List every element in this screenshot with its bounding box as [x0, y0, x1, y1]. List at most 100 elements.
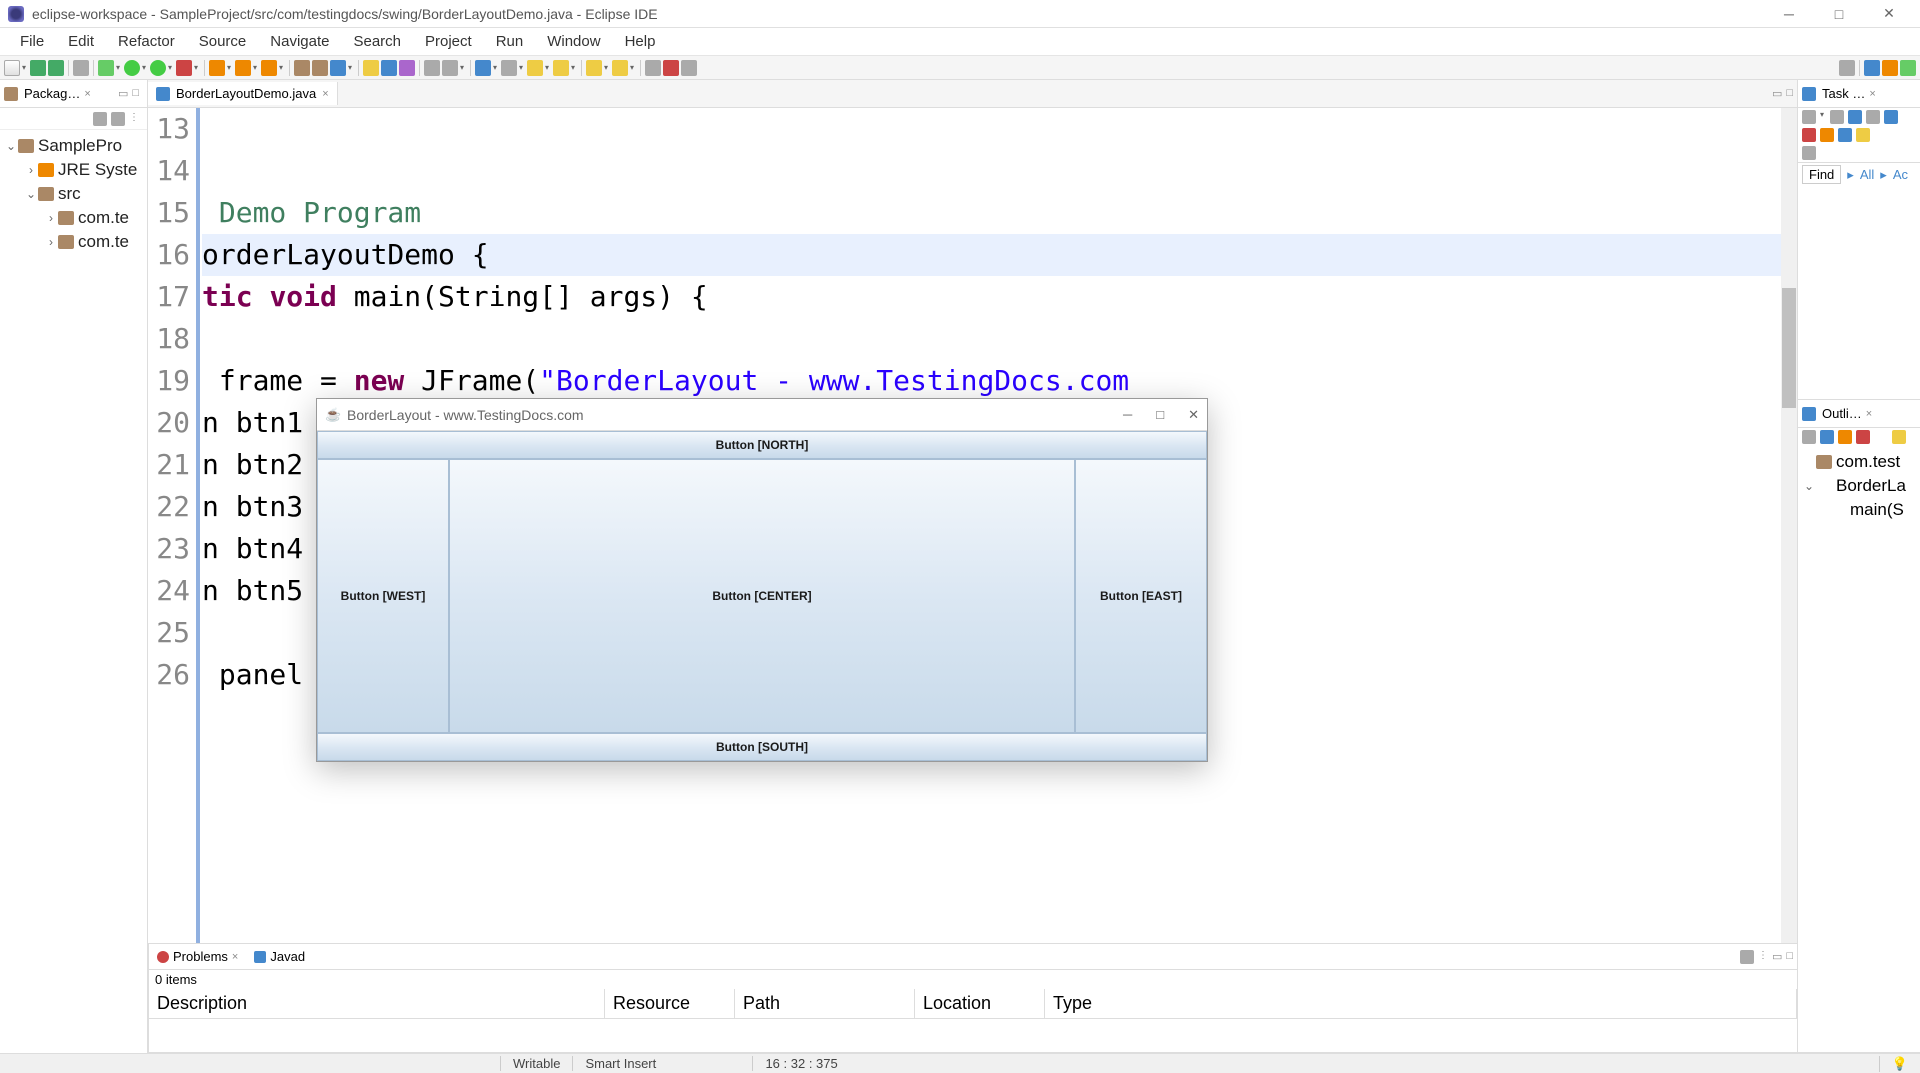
- view-menu-icon[interactable]: ⋮: [1758, 950, 1768, 964]
- menu-run[interactable]: Run: [484, 29, 536, 54]
- tool-icon[interactable]: [1866, 110, 1880, 124]
- dropdown-icon[interactable]: ▾: [571, 63, 577, 72]
- toggle2-icon[interactable]: [442, 60, 458, 76]
- tool-icon[interactable]: [1856, 128, 1870, 142]
- tool-icon[interactable]: [1874, 430, 1888, 444]
- tool-icon[interactable]: [1802, 430, 1816, 444]
- button-north[interactable]: Button [NORTH]: [317, 431, 1207, 459]
- cloud-icon[interactable]: [681, 60, 697, 76]
- maximize-button[interactable]: □: [1824, 4, 1854, 24]
- button-east[interactable]: Button [EAST]: [1075, 459, 1207, 733]
- outline-tab[interactable]: Outli… ×: [1816, 402, 1878, 425]
- vertical-scrollbar[interactable]: [1781, 108, 1797, 1037]
- scrollbar-thumb[interactable]: [1782, 288, 1796, 408]
- prev-icon[interactable]: [553, 60, 569, 76]
- col-path[interactable]: Path: [735, 989, 915, 1018]
- minimize-button[interactable]: ─: [1123, 407, 1132, 423]
- col-type[interactable]: Type: [1045, 989, 1797, 1018]
- javadoc-tab[interactable]: Javad: [246, 945, 313, 968]
- col-description[interactable]: Description: [149, 989, 605, 1018]
- tree-item-jre[interactable]: › JRE Syste: [4, 158, 143, 182]
- tool-icon[interactable]: [1820, 128, 1834, 142]
- dropdown-icon[interactable]: ▾: [194, 63, 200, 72]
- ac-link[interactable]: Ac: [1893, 167, 1908, 182]
- dropdown-icon[interactable]: ▾: [630, 63, 636, 72]
- debug-icon[interactable]: [98, 60, 114, 76]
- col-location[interactable]: Location: [915, 989, 1045, 1018]
- new-package-icon[interactable]: [235, 60, 251, 76]
- tool-icon[interactable]: [1892, 430, 1906, 444]
- back-icon[interactable]: [586, 60, 602, 76]
- expand-arrow-icon[interactable]: ›: [44, 235, 58, 249]
- dropdown-icon[interactable]: ▾: [545, 63, 551, 72]
- tool-icon[interactable]: [1802, 146, 1816, 160]
- editor-tab[interactable]: BorderLayoutDemo.java ×: [148, 82, 338, 105]
- expand-arrow-icon[interactable]: ⌄: [24, 187, 38, 201]
- maximize-view-icon[interactable]: □: [132, 87, 139, 100]
- nav2-icon[interactable]: [501, 60, 517, 76]
- minimize-view-icon[interactable]: ▭: [1772, 950, 1782, 964]
- red-icon[interactable]: [663, 60, 679, 76]
- tree-item-package[interactable]: › com.te: [4, 206, 143, 230]
- col-resource[interactable]: Resource: [605, 989, 735, 1018]
- close-icon[interactable]: ×: [232, 951, 238, 963]
- tree-item-src[interactable]: ⌄ src: [4, 182, 143, 206]
- search2-icon[interactable]: [1839, 60, 1855, 76]
- outline-item[interactable]: main(S: [1802, 498, 1916, 522]
- dropdown-icon[interactable]: ▾: [279, 63, 285, 72]
- mark-icon[interactable]: [381, 60, 397, 76]
- tool-icon[interactable]: [1848, 110, 1862, 124]
- new-java-icon[interactable]: [209, 60, 225, 76]
- forward-icon[interactable]: [612, 60, 628, 76]
- tool-icon[interactable]: [399, 60, 415, 76]
- dropdown-icon[interactable]: ▾: [519, 63, 525, 72]
- perspective-icon[interactable]: [1864, 60, 1880, 76]
- collapse-icon[interactable]: [93, 112, 107, 126]
- open-task-icon[interactable]: [312, 60, 328, 76]
- filter-icon[interactable]: [1740, 950, 1754, 964]
- tool-icon[interactable]: [1830, 110, 1844, 124]
- expand-arrow-icon[interactable]: ⌄: [1802, 479, 1816, 493]
- task-tab[interactable]: Task … ×: [1816, 82, 1882, 105]
- dropdown-icon[interactable]: ▾: [253, 63, 259, 72]
- close-icon[interactable]: ×: [1869, 88, 1875, 100]
- run-last-icon[interactable]: [176, 60, 192, 76]
- swing-title-bar[interactable]: ☕ BorderLayout - www.TestingDocs.com ─ □…: [317, 399, 1207, 431]
- maximize-view-icon[interactable]: □: [1786, 950, 1793, 964]
- dropdown-icon[interactable]: ▾: [604, 63, 610, 72]
- button-west[interactable]: Button [WEST]: [317, 459, 449, 733]
- close-icon[interactable]: ×: [84, 88, 90, 100]
- pin-icon[interactable]: [645, 60, 661, 76]
- dropdown-icon[interactable]: ▾: [1820, 110, 1826, 124]
- close-icon[interactable]: ×: [1866, 408, 1872, 420]
- next-icon[interactable]: [527, 60, 543, 76]
- dropdown-icon[interactable]: ▾: [22, 63, 28, 72]
- maximize-button[interactable]: □: [1156, 407, 1164, 423]
- menu-refactor[interactable]: Refactor: [106, 29, 187, 54]
- view-menu-icon[interactable]: ⋮: [129, 112, 143, 126]
- problems-tab[interactable]: Problems ×: [149, 945, 246, 968]
- nav-icon[interactable]: [475, 60, 491, 76]
- button-center[interactable]: Button [CENTER]: [449, 459, 1075, 733]
- minimize-button[interactable]: ─: [1774, 4, 1804, 24]
- close-button[interactable]: ✕: [1188, 407, 1199, 423]
- menu-edit[interactable]: Edit: [56, 29, 106, 54]
- tool-icon[interactable]: [1838, 128, 1852, 142]
- coverage-icon[interactable]: [150, 60, 166, 76]
- save-all-icon[interactable]: [48, 60, 64, 76]
- search-icon[interactable]: [330, 60, 346, 76]
- status-tip-icon[interactable]: 💡: [1879, 1056, 1920, 1072]
- tree-item-package[interactable]: › com.te: [4, 230, 143, 254]
- tool-icon[interactable]: [1802, 128, 1816, 142]
- menu-navigate[interactable]: Navigate: [258, 29, 341, 54]
- close-button[interactable]: ✕: [1874, 4, 1904, 24]
- save-icon[interactable]: [30, 60, 46, 76]
- dropdown-icon[interactable]: ▾: [142, 63, 148, 72]
- link-icon[interactable]: [111, 112, 125, 126]
- all-link[interactable]: All: [1860, 167, 1874, 182]
- menu-help[interactable]: Help: [613, 29, 668, 54]
- maximize-view-icon[interactable]: □: [1786, 87, 1793, 100]
- dropdown-icon[interactable]: ▾: [168, 63, 174, 72]
- find-label[interactable]: Find: [1802, 165, 1841, 184]
- debug-perspective-icon[interactable]: [1900, 60, 1916, 76]
